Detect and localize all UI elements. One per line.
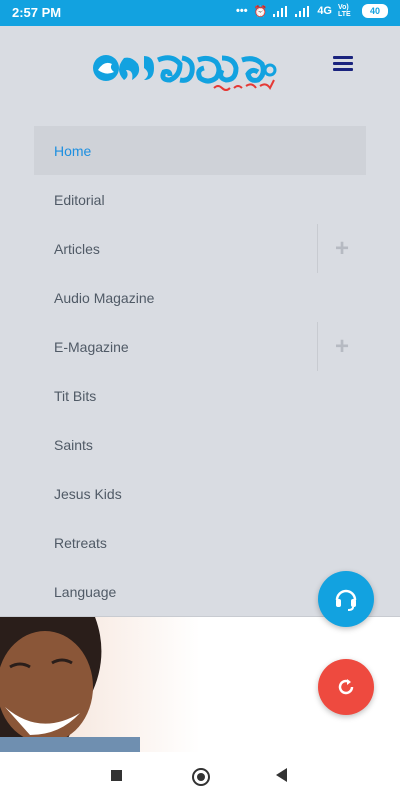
network-type: 4G	[317, 5, 332, 17]
nav-item-jesus-kids[interactable]: Jesus Kids	[34, 469, 366, 518]
nav-item-e-magazine[interactable]: E-Magazine +	[34, 322, 366, 371]
app-logo[interactable]	[92, 48, 282, 96]
refresh-icon	[338, 679, 354, 695]
back-button[interactable]	[276, 768, 287, 782]
home-button[interactable]	[192, 768, 210, 786]
nav-item-label: Home	[54, 142, 92, 159]
nav-item-label: Audio Magazine	[54, 289, 155, 306]
nav-item-articles[interactable]: Articles +	[34, 224, 366, 273]
support-button[interactable]	[318, 571, 374, 627]
refresh-button[interactable]	[318, 659, 374, 715]
signal-icon-2	[295, 5, 311, 17]
nav-item-label: E-Magazine	[54, 338, 129, 355]
nav-item-label: Editorial	[54, 191, 105, 208]
nav-item-label: Language	[54, 583, 117, 600]
nav-item-label: Tit Bits	[54, 387, 97, 404]
more-dots-icon: •••	[236, 5, 248, 17]
logo-graphic	[93, 55, 277, 91]
expand-plus-icon[interactable]: +	[317, 224, 366, 273]
nav-item-retreats[interactable]: Retreats	[34, 518, 366, 567]
recent-apps-button[interactable]	[111, 770, 122, 781]
signal-icon	[273, 5, 289, 17]
nav-item-home[interactable]: Home	[34, 126, 366, 175]
nav-item-label: Saints	[54, 436, 93, 453]
side-nav: Home Editorial Articles + Audio Magazine E-Ma…	[34, 126, 366, 616]
nav-item-label: Jesus Kids	[54, 485, 122, 502]
expand-plus-icon[interactable]: +	[317, 322, 366, 371]
nav-item-editorial[interactable]: Editorial	[34, 175, 366, 224]
headset-icon	[335, 589, 357, 611]
volte-indicator: Vo) LTE	[338, 4, 351, 18]
battery-icon: 40	[362, 4, 388, 18]
nav-item-label: Articles	[54, 240, 100, 257]
nav-item-saints[interactable]: Saints	[34, 420, 366, 469]
system-nav-bar	[0, 752, 400, 800]
hamburger-menu-icon[interactable]	[333, 56, 353, 72]
nav-item-tit-bits[interactable]: Tit Bits	[34, 371, 366, 420]
status-bar: 2:57 PM ••• ⏰ 4G Vo) LTE 40	[0, 0, 400, 26]
nav-item-audio-magazine[interactable]: Audio Magazine	[34, 273, 366, 322]
app-header	[0, 26, 400, 106]
nav-item-label: Retreats	[54, 534, 107, 551]
status-time: 2:57 PM	[12, 5, 62, 20]
nav-item-language[interactable]: Language	[34, 567, 366, 616]
status-icons: ••• ⏰ 4G Vo) LTE 40	[236, 4, 388, 18]
alarm-off-icon: ⏰	[253, 5, 268, 18]
